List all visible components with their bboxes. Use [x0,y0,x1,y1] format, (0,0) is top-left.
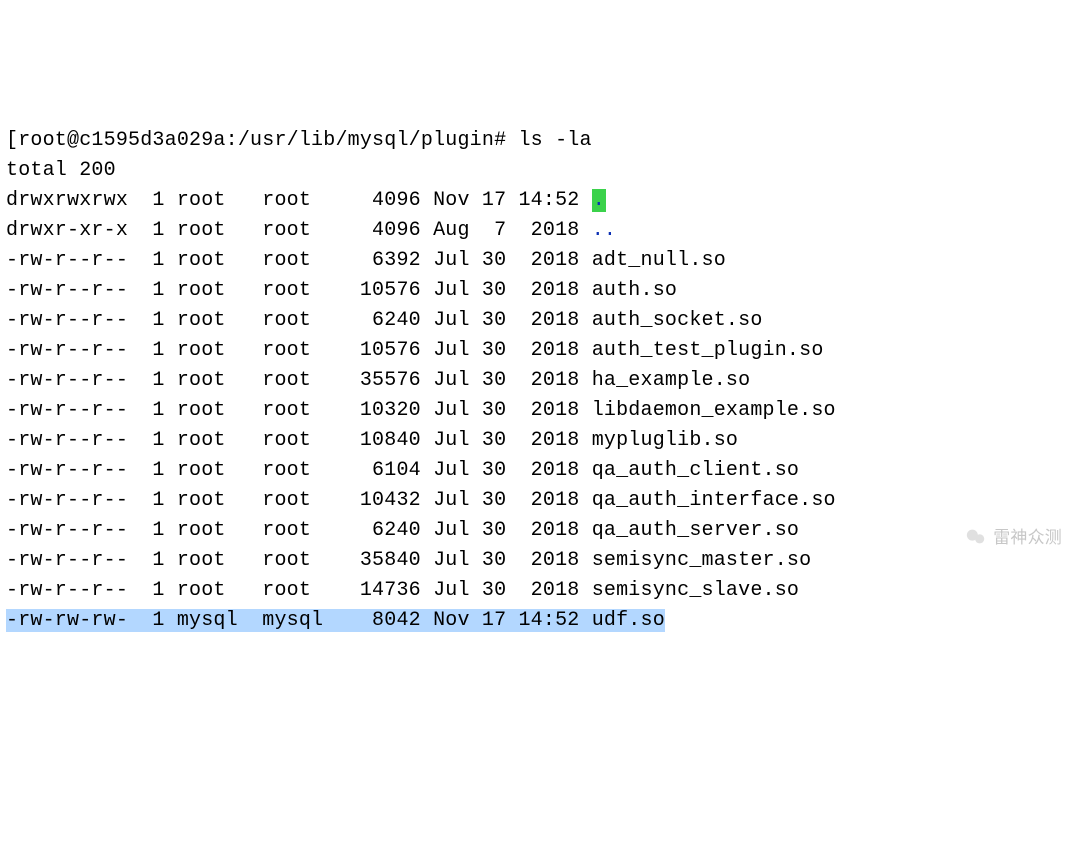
file-row: -rw-r--r-- 1 root root 35840 Jul 30 2018… [6,549,811,572]
file-row: -rw-r--r-- 1 root root 10320 Jul 30 2018… [6,399,836,422]
file-name: mypluglib.so [592,429,738,452]
file-name: ha_example.so [592,369,751,392]
file-name: libdaemon_example.so [592,399,836,422]
file-name: auth.so [592,279,677,302]
file-row: drwxrwxrwx 1 root root 4096 Nov 17 14:52… [6,189,606,212]
file-name: adt_null.so [592,249,726,272]
file-row: -rw-r--r-- 1 root root 14736 Jul 30 2018… [6,579,799,602]
prompt-line[interactable]: [root@c1595d3a029a:/usr/lib/mysql/plugin… [6,129,592,152]
file-listing: drwxrwxrwx 1 root root 4096 Nov 17 14:52… [6,186,1074,636]
file-name: auth_test_plugin.so [592,339,824,362]
dir-current: . [592,189,606,212]
file-name: semisync_master.so [592,549,812,572]
file-row: -rw-r--r-- 1 root root 6240 Jul 30 2018 … [6,519,799,542]
file-row: -rw-r--r-- 1 root root 10576 Jul 30 2018… [6,279,677,302]
file-row: -rw-r--r-- 1 root root 6104 Jul 30 2018 … [6,459,799,482]
file-row: -rw-r--r-- 1 root root 10576 Jul 30 2018… [6,339,824,362]
file-name: udf.so [592,609,665,632]
file-name: qa_auth_server.so [592,519,799,542]
file-name: qa_auth_interface.so [592,489,836,512]
file-row: -rw-r--r-- 1 root root 6392 Jul 30 2018 … [6,249,726,272]
file-name: semisync_slave.so [592,579,799,602]
file-row: drwxr-xr-x 1 root root 4096 Aug 7 2018 .… [6,219,616,242]
file-row: -rw-rw-rw- 1 mysql mysql 8042 Nov 17 14:… [6,609,665,632]
total-line: total 200 [6,159,116,182]
file-name: auth_socket.so [592,309,763,332]
file-row: -rw-r--r-- 1 root root 6240 Jul 30 2018 … [6,309,763,332]
dir-parent: .. [592,219,616,242]
file-row: -rw-r--r-- 1 root root 10840 Jul 30 2018… [6,429,738,452]
file-row: -rw-r--r-- 1 root root 35576 Jul 30 2018… [6,369,750,392]
file-name: qa_auth_client.so [592,459,799,482]
file-row: -rw-r--r-- 1 root root 10432 Jul 30 2018… [6,489,836,512]
